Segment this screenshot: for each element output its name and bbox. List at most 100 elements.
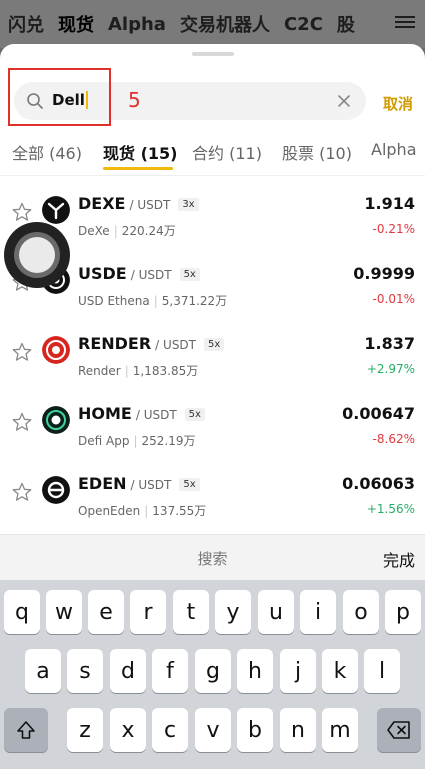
price-text: 1.914: [364, 194, 415, 213]
clear-icon[interactable]: [336, 93, 352, 109]
tab-alpha[interactable]: Alpha: [371, 140, 417, 159]
tab-stocks[interactable]: 股票 (10): [282, 140, 352, 164]
pair-symbol: EDEN / USDT 5x: [78, 474, 200, 493]
quote-text: / USDT: [129, 198, 171, 212]
annotation-box: [8, 68, 111, 126]
symbol-text: HOME: [78, 404, 132, 423]
change-text: +1.56%: [366, 502, 415, 516]
star-icon[interactable]: [12, 342, 32, 362]
sheet-grabber[interactable]: [192, 52, 234, 56]
key-k[interactable]: k: [322, 649, 358, 693]
key-p[interactable]: p: [385, 590, 421, 634]
dexe-logo-icon: [42, 196, 70, 224]
change-text: -0.01%: [372, 292, 415, 306]
backspace-icon: [387, 721, 410, 739]
coin-name: DeXe: [78, 224, 110, 238]
key-e[interactable]: e: [88, 590, 124, 634]
tab-futures[interactable]: 合约 (11): [192, 140, 262, 164]
nav-item-stocks[interactable]: 股: [337, 11, 355, 37]
coin-name: Render: [78, 364, 121, 378]
key-c[interactable]: c: [152, 708, 188, 752]
key-b[interactable]: b: [237, 708, 273, 752]
star-icon[interactable]: [12, 202, 32, 222]
separator: |: [153, 294, 158, 308]
leverage-badge: 5x: [179, 268, 200, 281]
change-text: -0.21%: [372, 222, 415, 236]
coin-name: Defi App: [78, 434, 130, 448]
volume-text: 220.24万: [121, 224, 176, 238]
price-text: 0.06063: [342, 474, 415, 493]
search-key-label: 搜索: [197, 550, 228, 568]
key-z[interactable]: z: [67, 708, 103, 752]
list-item-home[interactable]: HOME / USDT 5x Defi App | 252.19万 0.00647 -8…: [0, 392, 425, 462]
list-item-eden[interactable]: EDEN / USDT 5x OpenEden | 137.55万 0.06063 +1…: [0, 462, 425, 532]
key-m[interactable]: m: [322, 708, 358, 752]
separator: |: [124, 364, 129, 378]
key-v[interactable]: v: [195, 708, 231, 752]
volume-text: 252.19万: [141, 434, 196, 448]
key-j[interactable]: j: [280, 649, 316, 693]
cancel-button[interactable]: 取消: [383, 93, 413, 114]
list-item-render[interactable]: RENDER / USDT 5x Render | 1,183.85万 1.837 +2…: [0, 322, 425, 392]
symbol-text: DEXE: [78, 194, 126, 213]
key-q[interactable]: q: [4, 590, 40, 634]
key-g[interactable]: g: [195, 649, 231, 693]
pair-subtitle: Defi App | 252.19万: [78, 432, 196, 449]
key-r[interactable]: r: [130, 590, 166, 634]
pair-symbol: RENDER / USDT 5x: [78, 334, 225, 353]
nav-item-flash-swap[interactable]: 闪兑: [8, 11, 44, 37]
star-icon[interactable]: [12, 412, 32, 432]
assistive-touch-core: [19, 237, 55, 273]
assistive-touch-button[interactable]: [4, 222, 70, 288]
top-nav: 闪兑 现货 Alpha 交易机器人 C2C 股: [0, 0, 425, 48]
shift-icon: [17, 721, 35, 739]
key-h[interactable]: h: [237, 649, 273, 693]
render-logo-icon: [42, 336, 70, 364]
symbol-text: RENDER: [78, 334, 152, 353]
volume-text: 1,183.85万: [132, 364, 199, 378]
menu-icon[interactable]: [395, 13, 415, 31]
leverage-badge: 3x: [178, 198, 199, 211]
eden-logo-icon: [42, 476, 70, 504]
quote-text: / USDT: [155, 338, 196, 352]
key-o[interactable]: o: [343, 590, 379, 634]
price-text: 1.837: [364, 334, 415, 353]
keyboard: q w e r t y u i o p a s d f g h j k l z …: [0, 580, 425, 769]
nav-item-c2c[interactable]: C2C: [284, 14, 323, 35]
home-logo-icon: [42, 406, 70, 434]
key-s[interactable]: s: [67, 649, 103, 693]
coin-name: USD Ethena: [78, 294, 150, 308]
change-text: -8.62%: [372, 432, 415, 446]
keyboard-accessory-bar: 搜索 完成: [0, 534, 425, 580]
volume-text: 5,371.22万: [161, 294, 228, 308]
key-f[interactable]: f: [152, 649, 188, 693]
tab-spot[interactable]: 现货 (15): [103, 140, 177, 164]
key-d[interactable]: d: [110, 649, 146, 693]
pair-subtitle: OpenEden | 137.55万: [78, 502, 206, 519]
key-u[interactable]: u: [258, 590, 294, 634]
pair-subtitle: Render | 1,183.85万: [78, 362, 198, 379]
nav-item-alpha[interactable]: Alpha: [108, 14, 166, 35]
key-x[interactable]: x: [110, 708, 146, 752]
shift-key[interactable]: [4, 708, 48, 752]
key-i[interactable]: i: [300, 590, 336, 634]
tabs-divider: [0, 175, 425, 176]
tab-all[interactable]: 全部 (46): [12, 140, 82, 164]
leverage-badge: 5x: [184, 408, 205, 421]
leverage-badge: 5x: [179, 478, 200, 491]
search-sheet: Dell 5 取消 全部 (46) 现货 (15) 合约 (11) 股票 (10…: [0, 44, 425, 534]
pair-symbol: DEXE / USDT 3x: [78, 194, 199, 213]
key-n[interactable]: n: [280, 708, 316, 752]
key-l[interactable]: l: [364, 649, 400, 693]
delete-key[interactable]: [377, 708, 421, 752]
nav-item-trading-bots[interactable]: 交易机器人: [180, 11, 270, 37]
key-a[interactable]: a: [25, 649, 61, 693]
key-w[interactable]: w: [46, 590, 82, 634]
annotation-number: 5: [128, 88, 141, 112]
star-icon[interactable]: [12, 482, 32, 502]
symbol-text: EDEN: [78, 474, 127, 493]
nav-item-spot[interactable]: 现货: [58, 11, 94, 37]
key-y[interactable]: y: [215, 590, 251, 634]
done-button[interactable]: 完成: [383, 547, 415, 571]
key-t[interactable]: t: [173, 590, 209, 634]
